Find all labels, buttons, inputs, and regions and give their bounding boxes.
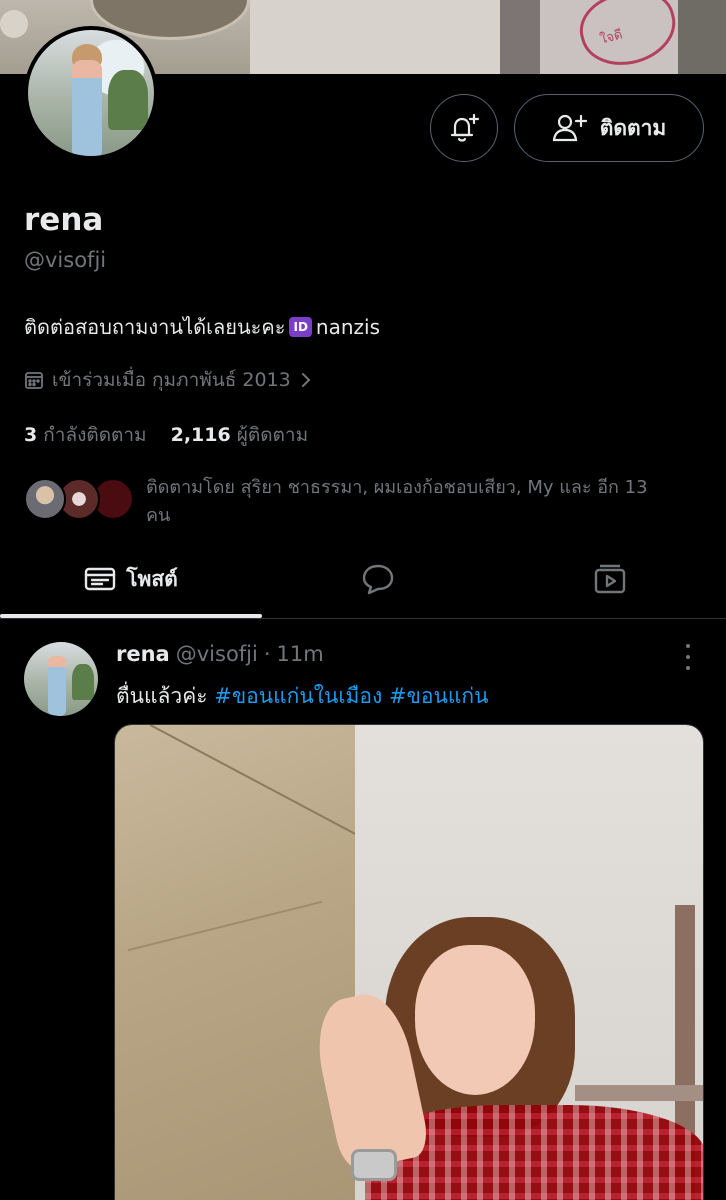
followed-by-line-1: ติดตามโดย สุริยา ชาธรรมา, ผมเองก้อชอบเสี…: [146, 477, 648, 498]
photo-shelf: [575, 1085, 703, 1101]
joined-date[interactable]: เข้าร่วมเมื่อ กุมภาพันธ์ 2013: [24, 365, 313, 395]
follow-button-label: ติดตาม: [599, 115, 667, 140]
media-icon: [594, 564, 626, 594]
post-text: ตื่นแล้วค่ะ #ขอนแก่นในเมือง #ขอนแก่น: [116, 680, 488, 713]
post-author-avatar[interactable]: [24, 642, 98, 716]
wall-texture: [149, 725, 381, 848]
bio-suffix: nanzis: [315, 315, 381, 339]
more-options-icon[interactable]: [680, 644, 696, 670]
avatar-figure: [48, 656, 66, 716]
bell-plus-icon: [450, 113, 480, 142]
profile-handle: @visofji: [24, 248, 107, 272]
add-user-icon: [552, 114, 587, 142]
tabs-divider: [0, 618, 726, 619]
followers-stat[interactable]: 2,116 ผู้ติดตาม: [171, 420, 309, 450]
avatar-tree: [108, 70, 148, 130]
following-count: 3: [24, 424, 38, 446]
hashtag-link[interactable]: #ขอนแก่นในเมือง: [214, 684, 382, 708]
banner-media-controls: ◀◀ ▶▶ ◂ ◂)): [250, 0, 726, 74]
posts-icon: [85, 567, 116, 591]
wall-texture: [127, 900, 323, 952]
photo-face: [415, 945, 535, 1095]
profile-tabs: โพสต์: [0, 540, 726, 618]
avatar-tree: [72, 664, 94, 700]
post-separator: ·: [263, 642, 271, 666]
follow-stats: 3 กำลังติดตาม 2,116 ผู้ติดตาม: [24, 420, 308, 450]
following-stat[interactable]: 3 กำลังติดตาม: [24, 420, 147, 450]
photo-watch: [351, 1149, 397, 1181]
photo-wall: [115, 725, 381, 1200]
tab-posts[interactable]: โพสต์: [0, 540, 262, 618]
dot: [686, 655, 690, 659]
hashtag-link[interactable]: #ขอนแก่น: [389, 684, 489, 708]
followers-label: ผู้ติดตาม: [236, 424, 309, 446]
tab-media[interactable]: [494, 540, 726, 618]
followers-count: 2,116: [170, 424, 231, 446]
heart-drawing: [572, 0, 684, 74]
avatar: [24, 478, 66, 520]
banner-object: [0, 10, 28, 38]
avatar-figure: [72, 60, 102, 156]
tab-replies[interactable]: [262, 540, 494, 618]
post-header: rena @visofji · 11m: [116, 642, 324, 666]
notify-button[interactable]: [430, 94, 498, 162]
profile-avatar[interactable]: [24, 26, 158, 160]
banner-panel-right: ใจดี: [500, 0, 726, 74]
joined-text: เข้าร่วมเมื่อ กุมภาพันธ์ 2013: [52, 369, 291, 391]
followed-by-line-2: คน: [146, 505, 171, 526]
post-timestamp[interactable]: 11m: [277, 642, 324, 666]
followed-by[interactable]: ติดตามโดย สุริยา ชาธรรมา, ผมเองก้อชอบเสี…: [24, 474, 704, 530]
chevron-right-icon: [301, 373, 311, 387]
tab-posts-label: โพสต์: [126, 566, 178, 591]
banner-jar: [678, 0, 726, 74]
post-body: ตื่นแล้วค่ะ: [116, 684, 208, 708]
banner-hand: [500, 0, 540, 74]
profile-name: rena: [24, 202, 104, 238]
post-author-handle[interactable]: @visofji: [176, 642, 258, 666]
post-author-name[interactable]: rena: [116, 642, 170, 666]
followed-by-text: ติดตามโดย สุริยา ชาธรรมา, ผมเองก้อชอบเสี…: [146, 474, 648, 530]
follow-button[interactable]: ติดตาม: [514, 94, 704, 162]
following-label: กำลังติดตาม: [43, 424, 147, 446]
bio-text: ติดต่อสอบถามงานได้เลยนะคะ: [24, 315, 286, 339]
dot: [686, 666, 690, 670]
dot: [686, 644, 690, 648]
replies-icon: [362, 564, 394, 595]
stats-spacer: [155, 420, 163, 450]
profile-bio: ติดต่อสอบถามงานได้เลยนะคะ ID nanzis: [24, 311, 380, 343]
followed-by-avatars: [24, 474, 134, 520]
id-emoji-badge: ID: [289, 317, 312, 337]
calendar-icon: [25, 372, 43, 389]
post-photo[interactable]: [114, 724, 704, 1200]
